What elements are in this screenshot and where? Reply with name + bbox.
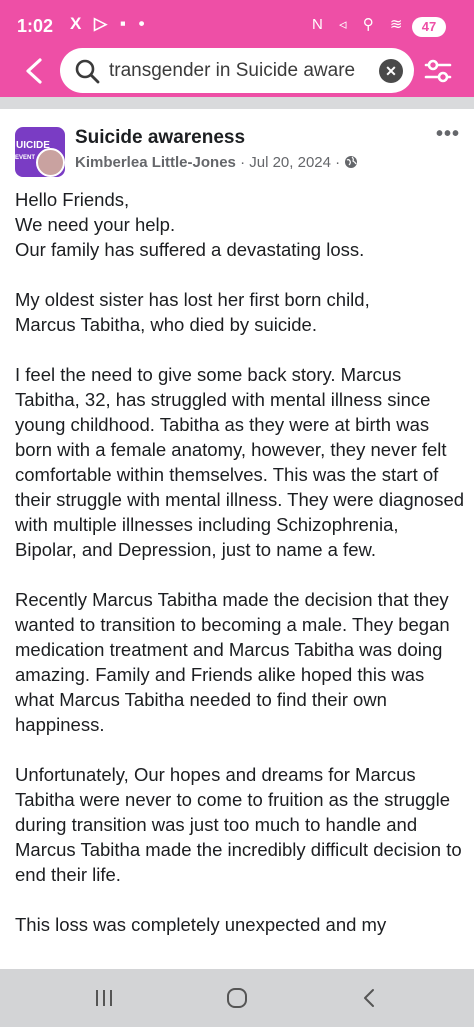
post-card: UICIDE EVENT Suicide awareness Kimberlea… bbox=[0, 109, 474, 969]
system-nav-bar bbox=[0, 969, 474, 1027]
back-arrow-icon[interactable] bbox=[22, 57, 48, 85]
post-paragraph: My oldest sister has lost her first born… bbox=[15, 289, 370, 335]
notification-icons: X ▷ ▪ • bbox=[70, 14, 149, 33]
status-time: 1:02 bbox=[17, 16, 54, 36]
back-nav-icon[interactable] bbox=[358, 986, 382, 1010]
more-options-icon[interactable]: ••• bbox=[436, 123, 460, 146]
post-paragraph: This loss was completely unexpected and … bbox=[15, 914, 387, 935]
avatar-subtext: EVENT bbox=[15, 155, 36, 161]
post-paragraph: Hello Friends, We need your help. Our fa… bbox=[15, 189, 365, 260]
home-icon[interactable] bbox=[225, 986, 249, 1010]
meta-separator-2: · bbox=[335, 154, 341, 171]
author-avatar[interactable] bbox=[36, 148, 65, 177]
recents-icon[interactable] bbox=[92, 986, 116, 1010]
post-date[interactable]: Jul 20, 2024 bbox=[249, 154, 331, 171]
group-name[interactable]: Suicide awareness bbox=[75, 127, 245, 149]
post-paragraph: Recently Marcus Tabitha made the decisio… bbox=[15, 589, 450, 735]
filter-icon[interactable] bbox=[424, 58, 452, 84]
post-body: Hello Friends, We need your help. Our fa… bbox=[15, 187, 465, 962]
app-header: 1:02 X ▷ ▪ • N ◃ ⚲ ≋ ▮ 47 transgender in… bbox=[0, 0, 474, 97]
clear-icon[interactable]: ✕ bbox=[379, 59, 403, 83]
post-paragraph: Unfortunately, Our hopes and dreams for … bbox=[15, 764, 462, 885]
section-divider bbox=[0, 97, 474, 109]
search-bar[interactable]: transgender in Suicide aware ✕ bbox=[60, 48, 414, 93]
group-avatar[interactable]: UICIDE EVENT bbox=[15, 127, 65, 177]
meta-separator: · bbox=[240, 154, 246, 171]
battery-icon: 47 bbox=[412, 17, 446, 37]
status-bar: 1:02 X ▷ ▪ • N ◃ ⚲ ≋ ▮ 47 bbox=[0, 0, 474, 48]
post-paragraph: I feel the need to give some back story.… bbox=[15, 364, 465, 560]
globe-icon bbox=[345, 156, 358, 168]
post-meta: Kimberlea Little-Jones · Jul 20, 2024 · bbox=[75, 154, 358, 171]
author-name[interactable]: Kimberlea Little-Jones bbox=[75, 154, 236, 171]
search-input[interactable]: transgender in Suicide aware bbox=[109, 60, 371, 82]
search-icon bbox=[75, 59, 100, 84]
